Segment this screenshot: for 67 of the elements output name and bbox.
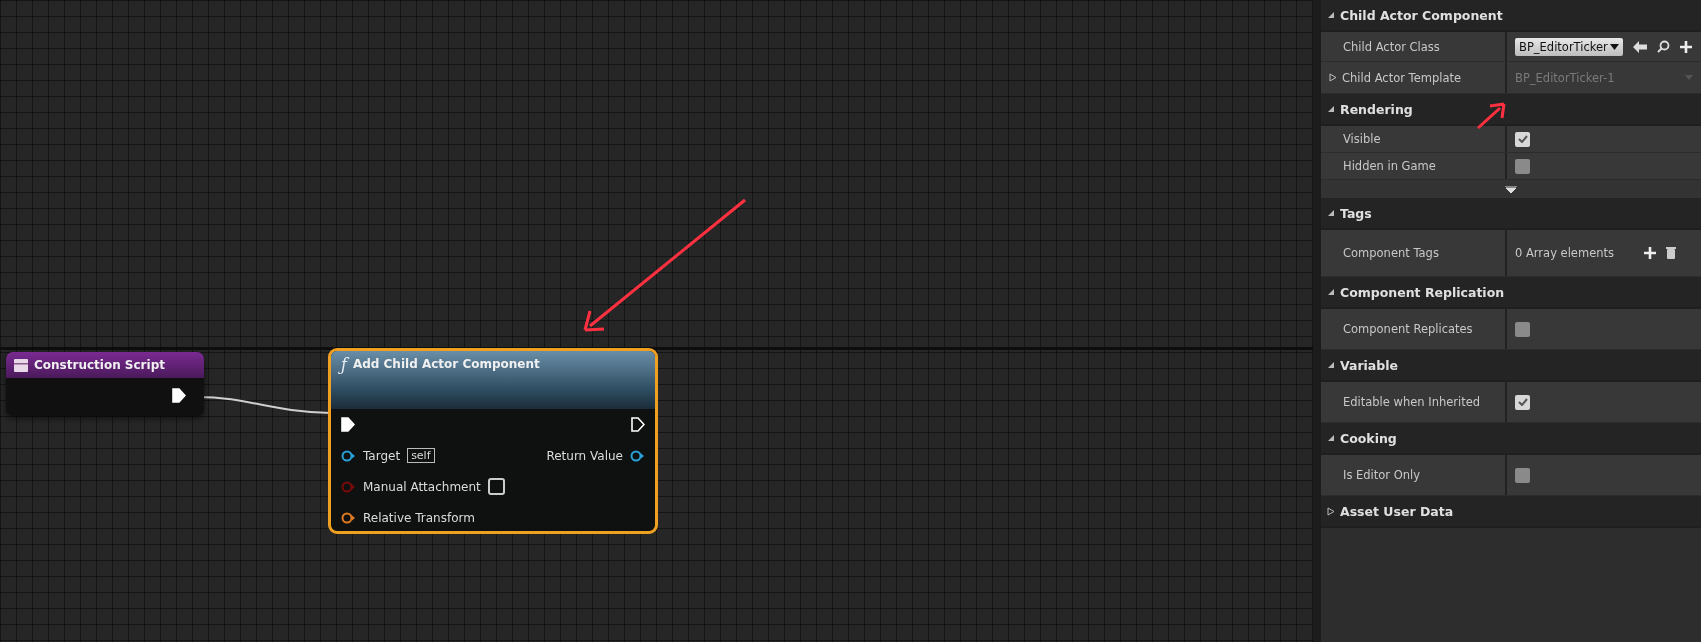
node-title: Add Child Actor Component	[352, 357, 540, 371]
function-node[interactable]: ƒ Add Child Actor Component Target self Return Value Manual Attachment Relative Transform	[328, 348, 658, 534]
collapse-triangle-icon[interactable]	[1327, 209, 1335, 217]
node-title: Construction Script	[34, 358, 165, 372]
exec-pin-icon[interactable]	[172, 388, 186, 403]
collapse-triangle-icon[interactable]	[1327, 288, 1335, 296]
section-title: Tags	[1340, 205, 1372, 221]
search-icon[interactable]	[1656, 40, 1670, 53]
checkbox[interactable]	[487, 478, 505, 495]
section-title: Cooking	[1340, 430, 1397, 446]
checkbox[interactable]	[1515, 131, 1530, 147]
checkbox[interactable]	[1515, 394, 1530, 410]
plus-icon[interactable]	[1679, 40, 1692, 53]
exec-pin-icon[interactable]	[631, 417, 645, 432]
pin-label: Relative Transform	[363, 510, 475, 525]
section-header[interactable]: Cooking	[1321, 423, 1701, 455]
pin-label: Return Value	[546, 448, 623, 463]
template-value: BP_EditorTicker-1	[1515, 70, 1616, 85]
collapse-triangle-icon[interactable]	[1327, 434, 1335, 442]
property-label: Child Actor Class	[1343, 39, 1440, 54]
section-header[interactable]: Asset User Data	[1321, 496, 1701, 528]
property-label: Child Actor Template	[1342, 70, 1462, 85]
pin-label: Target	[363, 448, 401, 463]
section-title: Asset User Data	[1340, 503, 1454, 519]
trash-icon[interactable]	[1666, 247, 1676, 259]
pin-value-field[interactable]: self	[407, 448, 435, 463]
data-pin-icon[interactable]	[630, 449, 645, 462]
collapse-triangle-icon[interactable]	[1327, 361, 1335, 369]
property-label: Editable when Inherited	[1343, 395, 1481, 409]
section-title: Rendering	[1340, 101, 1413, 117]
event-node[interactable]: Construction Script	[6, 352, 204, 416]
back-arrow-icon[interactable]	[1632, 40, 1647, 53]
checkbox[interactable]	[1515, 321, 1530, 337]
section-header[interactable]: Tags	[1321, 198, 1701, 230]
plus-icon[interactable]	[1644, 247, 1656, 259]
caret-icon	[1685, 75, 1693, 80]
section-header[interactable]: Child Actor Component	[1321, 0, 1701, 32]
exec-pin-icon[interactable]	[341, 417, 355, 432]
section-header[interactable]: Rendering	[1321, 94, 1701, 126]
check-icon	[1517, 135, 1528, 143]
section-title: Variable	[1340, 357, 1399, 373]
check-icon	[1517, 398, 1528, 406]
section-title: Component Replication	[1340, 284, 1505, 300]
expand-triangle-icon[interactable]	[1327, 506, 1335, 516]
collapse-triangle-icon[interactable]	[1327, 11, 1335, 19]
script-icon	[14, 358, 28, 372]
section-header[interactable]: Component Replication	[1321, 277, 1701, 309]
checkbox[interactable]	[1515, 158, 1530, 174]
pin-label: Manual Attachment	[363, 479, 481, 494]
advanced-expand-icon[interactable]	[1505, 185, 1517, 193]
property-label: Component Tags	[1343, 246, 1439, 260]
property-label: Hidden in Game	[1343, 159, 1436, 173]
property-label: Visible	[1343, 132, 1381, 146]
caret-icon	[1609, 43, 1619, 50]
checkbox[interactable]	[1515, 467, 1530, 483]
data-pin-icon[interactable]	[341, 511, 356, 524]
property-label: Is Editor Only	[1343, 468, 1421, 482]
array-count: 0 Array elements	[1515, 246, 1614, 260]
class-dropdown[interactable]: BP_EditorTicker	[1515, 37, 1623, 56]
section-title: Child Actor Component	[1340, 7, 1503, 23]
advanced-toggle-bar[interactable]	[1321, 180, 1701, 198]
data-pin-icon[interactable]	[341, 449, 356, 462]
section-header[interactable]: Variable	[1321, 350, 1701, 382]
collapse-triangle-icon[interactable]	[1327, 105, 1335, 113]
property-label: Component Replicates	[1343, 322, 1473, 336]
expand-triangle-icon[interactable]	[1329, 73, 1337, 82]
annotation-arrow	[1477, 102, 1506, 130]
